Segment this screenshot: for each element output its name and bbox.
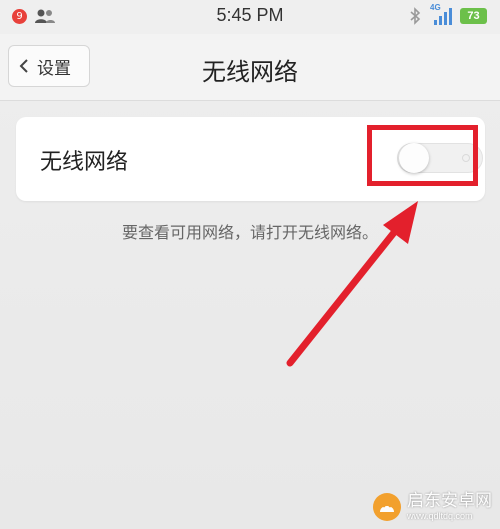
hint-text: 要查看可用网络，请打开无线网络。 [121,223,378,242]
navigation-bar: 设置 无线网络 [0,34,500,101]
watermark-url: www.qdltdq.com [407,511,473,521]
watermark: 启东安卓网 www.qdltdq.com [372,488,496,526]
settings-screen: 9 5:45 PM 4G 73 设置 无线网络 无线网络 要查看可用网络，请打开… [0,0,500,529]
status-bar: 9 5:45 PM 4G 73 [0,0,500,34]
wifi-label: 无线网络 [40,150,129,175]
page-title: 无线网络 [202,58,298,86]
watermark-text: 启东安卓网 www.qdltdq.com [407,492,492,522]
watermark-name: 启东安卓网 [407,491,492,511]
status-time: 5:45 PM [216,5,284,25]
network-type: 4G [430,3,441,12]
watermark-logo-icon [373,493,401,521]
bluetooth-icon [410,7,421,25]
battery-icon: 73 [460,8,487,24]
highlight-annotation [367,125,478,186]
